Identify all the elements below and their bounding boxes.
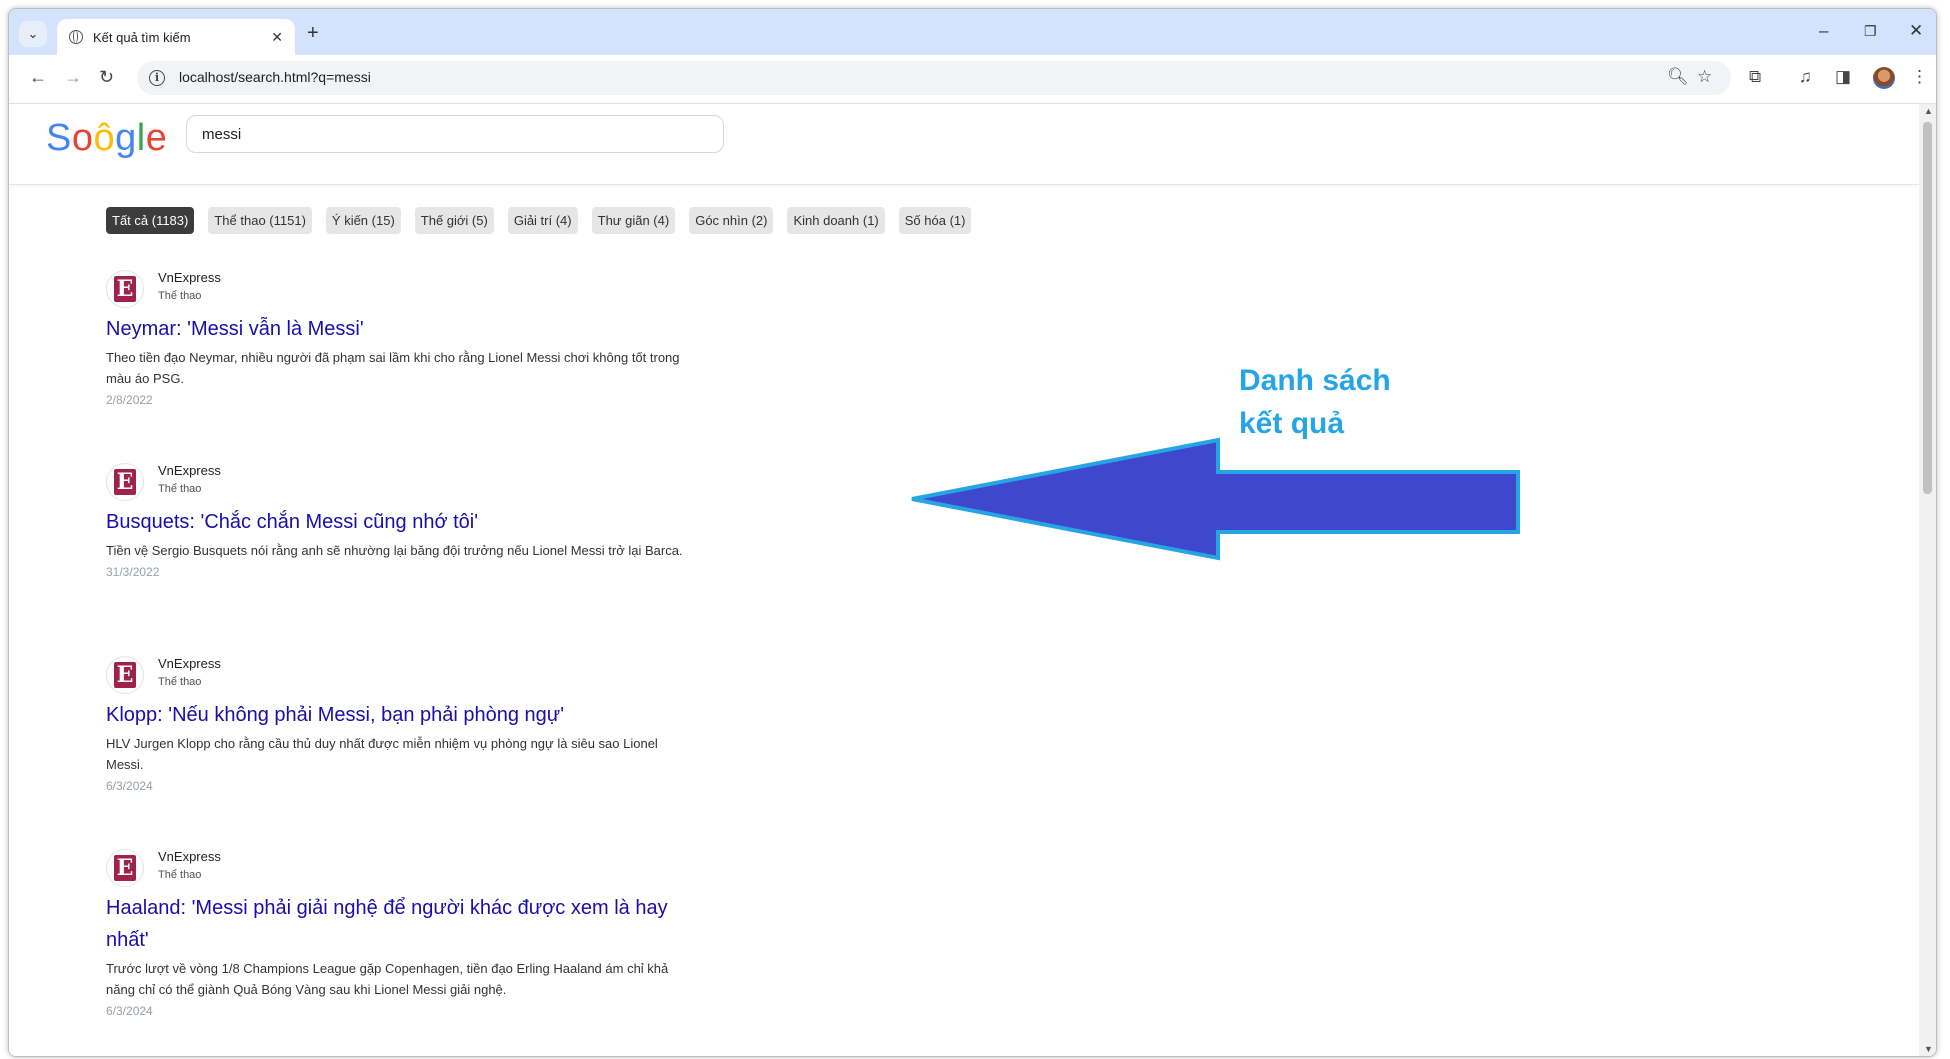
profile-avatar[interactable] (1873, 67, 1895, 89)
filter-chip[interactable]: Ý kiến (15) (325, 207, 401, 234)
browser-window: ⌄ Kết quả tìm kiếm ✕ + – ❐ ✕ ← → ↻ i loc… (8, 8, 1937, 1057)
logo-letter: ô (93, 117, 116, 159)
logo-letter: o (71, 117, 94, 159)
filter-chip[interactable]: Góc nhìn (2) (689, 207, 774, 234)
source-category: Thể thao (158, 483, 202, 495)
logo-letter: S (46, 117, 72, 159)
result-description: Theo tiền đạo Neymar, nhiều người đã phạ… (106, 350, 680, 386)
vnexpress-logo-icon: E (106, 463, 144, 501)
browser-tab[interactable]: Kết quả tìm kiếm ✕ (57, 19, 295, 55)
menu-kebab-icon[interactable]: ⋮ (1911, 67, 1928, 87)
globe-icon (69, 30, 83, 44)
minimize-icon[interactable]: – (1819, 21, 1828, 41)
forward-icon[interactable]: → (64, 67, 82, 88)
address-bar[interactable]: i localhost/search.html?q=messi 🔍︎ ☆ (137, 61, 1731, 95)
filter-chip[interactable]: Thế giới (5) (414, 207, 494, 234)
scroll-thumb[interactable] (1923, 122, 1932, 494)
annotation-label: Danh sách kết quả (1239, 359, 1391, 445)
source-category: Thể thao (158, 869, 202, 881)
result-title-link[interactable]: Neymar: 'Messi vẫn là Messi' (106, 313, 696, 345)
scroll-down-icon[interactable]: ▼ (1924, 1044, 1933, 1054)
result-title-link[interactable]: Klopp: 'Nếu không phải Messi, bạn phải p… (106, 699, 696, 731)
source-name: VnExpress (158, 270, 221, 285)
result-date: 31/3/2022 (106, 565, 160, 579)
result-item: E VnExpress Thể thao Klopp: 'Nếu không phải… (106, 656, 696, 796)
tab-title: Kết quả tìm kiếm (93, 29, 191, 45)
side-panel-icon[interactable]: ◨ (1835, 67, 1851, 87)
source-category: Thể thao (158, 676, 202, 688)
close-window-icon[interactable]: ✕ (1909, 21, 1923, 41)
result-source: E VnExpress Thể thao (106, 270, 696, 310)
tab-close-icon[interactable]: ✕ (271, 29, 283, 46)
restore-icon[interactable]: ❐ (1864, 23, 1877, 40)
result-date: 6/3/2024 (106, 1004, 153, 1018)
filter-chip[interactable]: Số hóa (1) (898, 207, 972, 234)
page-content: Soôgle Tất cả (1183) Thể thao (1151) Ý kiế… (9, 104, 1919, 1056)
new-tab-icon[interactable]: + (307, 22, 319, 45)
bookmark-star-icon[interactable]: ☆ (1697, 67, 1712, 87)
result-date: 2/8/2022 (106, 393, 153, 407)
scroll-up-icon[interactable]: ▲ (1924, 106, 1933, 116)
result-item: E VnExpress Thể thao Neymar: 'Messi vẫn là … (106, 270, 696, 410)
left-arrow-annotation (911, 437, 1520, 561)
tab-search-chevron-icon[interactable]: ⌄ (19, 21, 47, 47)
site-info-icon[interactable]: i (149, 70, 165, 86)
filter-chip[interactable]: Thể thao (1151) (208, 207, 312, 234)
search-input[interactable] (186, 115, 724, 153)
zoom-icon[interactable]: 🔍︎ (1667, 67, 1689, 87)
vnexpress-logo-icon: E (106, 656, 144, 694)
logo-letter: e (145, 117, 168, 159)
result-item: E VnExpress Thể thao Busquets: 'Chắc chắn M… (106, 463, 696, 582)
soogle-logo[interactable]: Soôgle (46, 117, 167, 160)
media-icon[interactable]: ♫ (1799, 67, 1812, 87)
back-icon[interactable]: ← (29, 67, 47, 88)
reload-icon[interactable]: ↻ (99, 67, 114, 88)
logo-letter: g (115, 117, 137, 159)
vnexpress-logo-icon: E (106, 270, 144, 308)
page-scrollbar[interactable]: ▲ ▼ (1919, 104, 1936, 1056)
filter-chip[interactable]: Tất cả (1183) (106, 207, 195, 234)
logo-letter: l (136, 117, 146, 159)
tab-strip: ⌄ Kết quả tìm kiếm ✕ + – ❐ ✕ (9, 9, 1936, 55)
result-source: E VnExpress Thể thao (106, 656, 696, 696)
result-description: Tiền vệ Sergio Busquets nói rằng anh sẽ … (106, 543, 683, 558)
category-filters: Tất cả (1183) Thể thao (1151) Ý kiến (15) T… (106, 207, 985, 234)
result-date: 6/3/2024 (106, 779, 153, 793)
url-text: localhost/search.html?q=messi (179, 69, 371, 85)
result-item: E VnExpress Thể thao Haaland: 'Messi phải g… (106, 849, 696, 1021)
result-source: E VnExpress Thể thao (106, 463, 696, 503)
source-category: Thể thao (158, 290, 202, 302)
filter-chip[interactable]: Giải trí (4) (507, 207, 578, 234)
result-title-link[interactable]: Busquets: 'Chắc chắn Messi cũng nhớ tôi' (106, 506, 696, 538)
filter-chip[interactable]: Kinh doanh (1) (787, 207, 885, 234)
result-source: E VnExpress Thể thao (106, 849, 696, 889)
browser-toolbar: ← → ↻ i localhost/search.html?q=messi 🔍︎… (9, 55, 1936, 104)
source-name: VnExpress (158, 463, 221, 478)
result-description: Trước lượt về vòng 1/8 Champions League … (106, 961, 669, 997)
filter-chip[interactable]: Thư giãn (4) (591, 207, 676, 234)
annotation-line-1: Danh sách (1239, 364, 1391, 397)
result-description: HLV Jurgen Klopp cho rằng cầu thủ duy nh… (106, 736, 658, 772)
vnexpress-logo-icon: E (106, 849, 144, 887)
source-name: VnExpress (158, 656, 221, 671)
extensions-icon[interactable]: ⧉ (1749, 67, 1761, 87)
result-title-link[interactable]: Haaland: 'Messi phải giải nghệ để người … (106, 892, 696, 956)
search-header: Soôgle (9, 104, 1919, 185)
source-name: VnExpress (158, 849, 221, 864)
